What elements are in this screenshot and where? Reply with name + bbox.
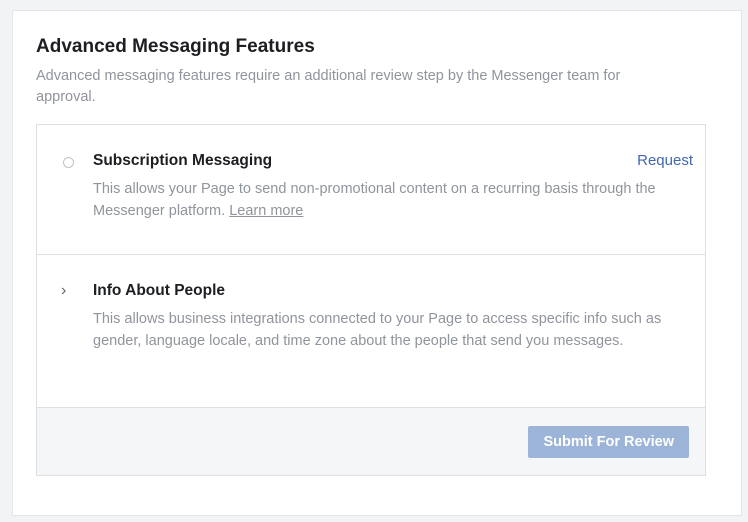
page: Advanced Messaging Features Advanced mes… [0,0,748,522]
learn-more-link[interactable]: Learn more [229,203,303,219]
feature-row-subscription-messaging: Subscription Messaging Request This allo… [37,125,705,255]
radio-icon[interactable] [63,157,74,168]
feature-description: This allows your Page to send non-promot… [93,178,689,222]
chevron-right-icon[interactable]: › [61,282,66,300]
feature-title: Subscription Messaging [93,152,273,169]
request-link[interactable]: Request [637,152,693,169]
feature-description: This allows business integrations connec… [93,311,662,349]
features-panel: Subscription Messaging Request This allo… [36,124,706,476]
section-description: Advanced messaging features require an a… [36,68,621,105]
submit-for-review-button[interactable]: Submit For Review [528,426,689,458]
feature-title: Info About People [93,282,226,299]
feature-row-info-about-people[interactable]: › Info About People This allows business… [37,255,705,407]
panel-footer: Submit For Review [37,407,705,475]
section-title: Advanced Messaging Features [36,36,315,57]
feature-description-text: This allows your Page to send non-promot… [93,181,656,219]
